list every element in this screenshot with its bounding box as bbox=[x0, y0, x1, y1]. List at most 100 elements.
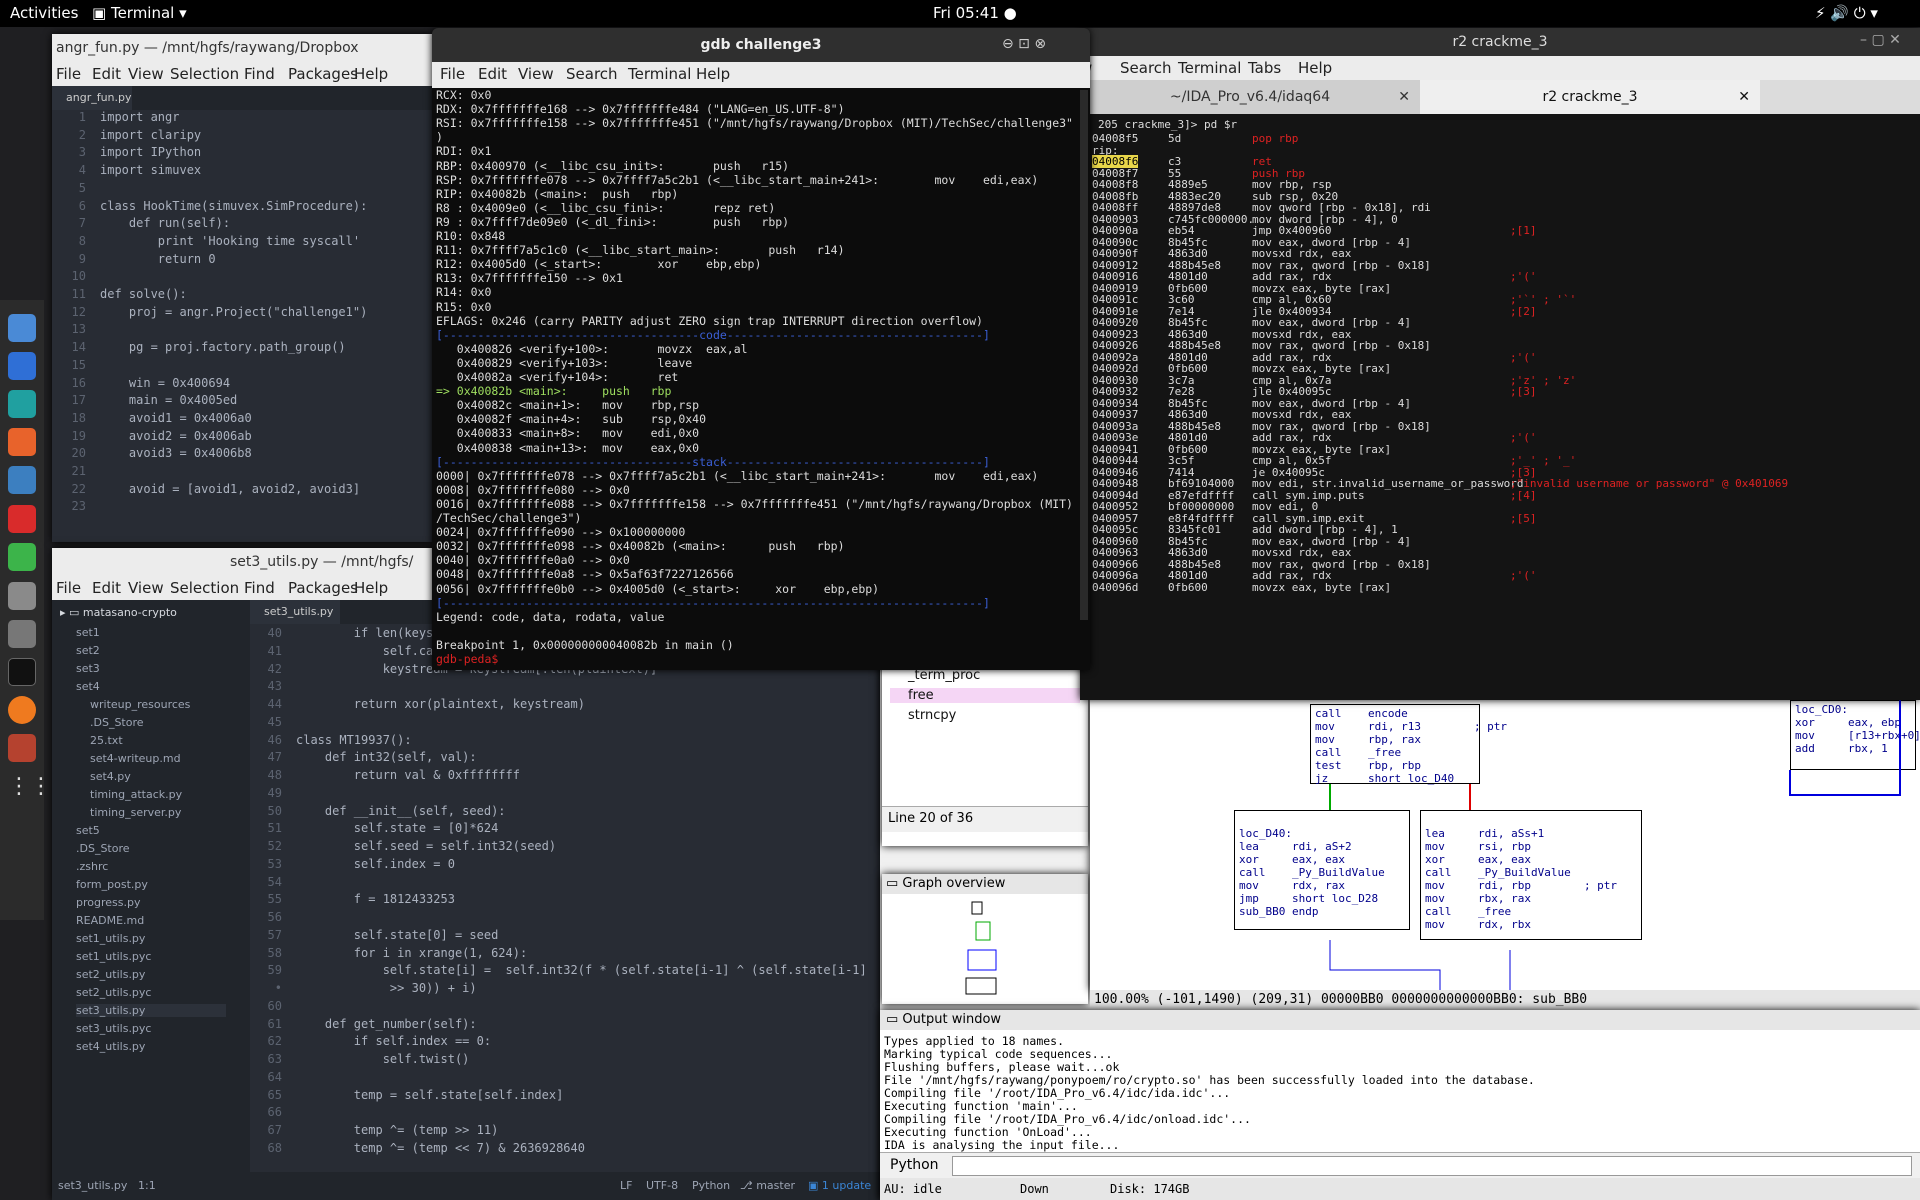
tree-item[interactable]: set5 bbox=[76, 824, 100, 837]
window-controls[interactable]: – ▢ ✕ bbox=[1860, 32, 1901, 48]
tree-item[interactable]: set4 bbox=[76, 680, 100, 693]
terminal-icon[interactable] bbox=[8, 658, 36, 686]
line-number: 4 bbox=[78, 163, 86, 178]
tab-set3-utils[interactable]: set3_utils.py bbox=[250, 600, 340, 624]
project-root[interactable]: ▸ ▭ matasano-crypto bbox=[60, 606, 177, 619]
tree-item[interactable]: .DS_Store bbox=[90, 716, 144, 729]
tree-item[interactable]: timing_attack.py bbox=[90, 788, 182, 801]
menu-selection[interactable]: Selection bbox=[170, 65, 239, 83]
gdb-line: 0016| 0x7fffffffe088 --> 0x7fffffffe158 … bbox=[436, 496, 1073, 511]
scrollbar[interactable] bbox=[1080, 90, 1088, 620]
tree-item[interactable]: writeup_resources bbox=[90, 698, 190, 711]
code-line: self.state[i] = self.int32(f * (self.sta… bbox=[296, 963, 867, 978]
settings-icon[interactable] bbox=[8, 620, 36, 648]
tab-angr-fun[interactable]: angr_fun.py bbox=[52, 86, 132, 110]
tree-item[interactable]: set4-writeup.md bbox=[90, 752, 181, 765]
status-grammar[interactable]: Python bbox=[692, 1179, 730, 1192]
menu-search[interactable]: Search bbox=[1120, 59, 1172, 77]
tree-item[interactable]: set4_utils.py bbox=[76, 1040, 145, 1053]
tree-item[interactable]: set1_utils.pyc bbox=[76, 950, 151, 963]
clock[interactable]: Fri 05:41 ● bbox=[933, 4, 1017, 22]
tree-item[interactable]: set3_utils.pyc bbox=[76, 1022, 151, 1035]
system-tray[interactable]: ⚡ 🔊 ⏻ ▾ bbox=[1815, 4, 1878, 22]
function-item[interactable]: _term_proc bbox=[890, 668, 1080, 683]
menu-selection[interactable]: Selection bbox=[170, 579, 239, 597]
status-file[interactable]: set3_utils.py bbox=[58, 1179, 127, 1192]
tree-item[interactable]: set4.py bbox=[90, 770, 131, 783]
graph-node-2[interactable]: loc_CD0:xor eax, ebpmov [r13+rbx+0], ala… bbox=[1790, 700, 1920, 770]
graph-view[interactable]: call encode mov rdi, r13 ; ptr mov rbp, ra… bbox=[1090, 700, 1920, 990]
python-label[interactable]: Python bbox=[890, 1157, 939, 1173]
python-input[interactable] bbox=[952, 1156, 1912, 1176]
avatar2-icon[interactable] bbox=[8, 734, 36, 762]
menu-packages[interactable]: Packages bbox=[288, 65, 358, 83]
tab-idaq64[interactable]: ~/IDA_Pro_v6.4/idaq64 ✕ bbox=[1080, 80, 1420, 114]
disk-icon[interactable] bbox=[8, 582, 36, 610]
menu-edit[interactable]: Edit bbox=[92, 579, 121, 597]
menu-help[interactable]: Help bbox=[1298, 59, 1332, 77]
menu-help[interactable]: Help bbox=[354, 65, 388, 83]
tree-item[interactable]: set3 bbox=[76, 662, 100, 675]
menu-view[interactable]: View bbox=[128, 579, 164, 597]
menu-find[interactable]: Find bbox=[244, 579, 275, 597]
tree-item[interactable]: form_post.py bbox=[76, 878, 148, 891]
graph-node-4[interactable]: lea rdi, aSs+1 mov rsi, rbp xor eax, eax ca… bbox=[1420, 810, 1642, 940]
graph-node-1[interactable]: call encode mov rdi, r13 ; ptr mov rbp, ra… bbox=[1310, 704, 1507, 785]
tree-item[interactable]: set2_utils.py bbox=[76, 968, 145, 981]
menu-search[interactable]: Search bbox=[566, 65, 618, 83]
status-update[interactable]: ▣ 1 update bbox=[808, 1179, 871, 1192]
tree-item[interactable]: README.md bbox=[76, 914, 144, 927]
menu-file[interactable]: File bbox=[440, 65, 465, 83]
function-item[interactable]: free bbox=[890, 688, 1080, 703]
menu-help[interactable]: Help bbox=[696, 65, 730, 83]
window-controls[interactable]: ⊖ ⊡ ⊗ bbox=[1002, 36, 1046, 52]
apps-grid-icon[interactable]: ⋮⋮ bbox=[8, 774, 52, 802]
malware-icon[interactable] bbox=[8, 352, 36, 380]
menu-help[interactable]: Help bbox=[354, 579, 388, 597]
tab-r2-crackme[interactable]: r2 crackme_3 ✕ bbox=[1420, 80, 1760, 114]
tree-item[interactable]: set1_utils.py bbox=[76, 932, 145, 945]
status-eol[interactable]: LF bbox=[620, 1179, 632, 1192]
graph-overview-thumbnail[interactable] bbox=[962, 900, 1012, 1000]
tree-item[interactable]: set2 bbox=[76, 644, 100, 657]
tree-item[interactable]: 25.txt bbox=[90, 734, 123, 747]
line-number: 14 bbox=[71, 340, 86, 355]
tree-item[interactable]: set2_utils.pyc bbox=[76, 986, 151, 999]
tree-item[interactable]: .DS_Store bbox=[76, 842, 130, 855]
menu-edit[interactable]: Edit bbox=[478, 65, 507, 83]
status-cursor[interactable]: 1:1 bbox=[138, 1179, 156, 1192]
gdb-terminal-window: gdb challenge3 ⊖ ⊡ ⊗ File Edit View Sear… bbox=[432, 28, 1090, 670]
menu-find[interactable]: Find bbox=[244, 65, 275, 83]
tree-item[interactable]: progress.py bbox=[76, 896, 140, 909]
menu-view[interactable]: View bbox=[128, 65, 164, 83]
tree-item[interactable]: set3_utils.py bbox=[76, 1004, 226, 1017]
menu-view[interactable]: View bbox=[518, 65, 554, 83]
graph-node-3[interactable]: loc_D40: lea rdi, aS+2 xor eax, eax call _P… bbox=[1234, 810, 1410, 930]
sublime-icon[interactable] bbox=[8, 428, 36, 456]
menu-tabs[interactable]: Tabs bbox=[1248, 59, 1281, 77]
r2-disassembly[interactable]: 205 crackme_3]> pd $r 04008f5 5d pop rbp ri… bbox=[1080, 114, 1920, 700]
tree-item[interactable]: .zshrc bbox=[76, 860, 108, 873]
menu-file[interactable]: File bbox=[56, 65, 81, 83]
menu-file[interactable]: File bbox=[56, 579, 81, 597]
status-encoding[interactable]: UTF-8 bbox=[646, 1179, 678, 1192]
firefox-icon[interactable] bbox=[8, 696, 36, 724]
menu-terminal[interactable]: Terminal bbox=[628, 65, 691, 83]
window-title: angr_fun.py — /mnt/hgfs/raywang/Dropbox … bbox=[52, 34, 432, 84]
ida-icon[interactable] bbox=[8, 505, 36, 533]
menu-terminal[interactable]: Terminal bbox=[1178, 59, 1241, 77]
menu-packages[interactable]: Packages bbox=[288, 579, 358, 597]
files-icon[interactable] bbox=[8, 314, 36, 342]
status-branch[interactable]: ⎇ master bbox=[740, 1179, 795, 1192]
tree-item[interactable]: timing_server.py bbox=[90, 806, 181, 819]
activities-button[interactable]: Activities bbox=[10, 4, 78, 22]
menu-edit[interactable]: Edit bbox=[92, 65, 121, 83]
tree-item[interactable]: set1 bbox=[76, 626, 100, 639]
gdb-line: RSI: 0x7fffffffe158 --> 0x7fffffffe451 (… bbox=[436, 116, 1073, 131]
editor-icon[interactable] bbox=[8, 543, 36, 571]
function-item[interactable]: strncpy bbox=[890, 708, 1080, 723]
terminal-app-menu[interactable]: ▣ Terminal ▾ bbox=[92, 4, 187, 22]
vscode-icon[interactable] bbox=[8, 466, 36, 494]
r2-comment: ;[1] bbox=[1510, 224, 1537, 237]
avatar-icon[interactable] bbox=[8, 390, 36, 418]
